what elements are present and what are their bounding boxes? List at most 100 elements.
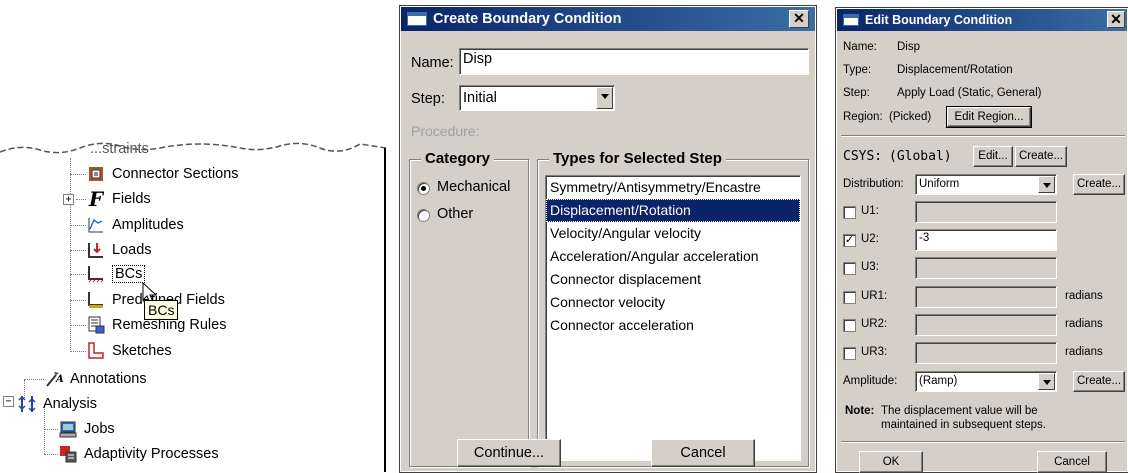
- close-button[interactable]: ✕: [789, 10, 809, 28]
- u3-checkbox[interactable]: [843, 262, 856, 275]
- type-list-item[interactable]: Connector velocity: [546, 291, 800, 314]
- step-label: Step:: [843, 87, 870, 99]
- ur2-input[interactable]: [915, 314, 1057, 336]
- annotations-icon: A: [46, 372, 64, 387]
- amplitude-select[interactable]: (Ramp): [915, 371, 1057, 392]
- create-dialog-titlebar[interactable]: Create Boundary Condition: [401, 7, 815, 31]
- ur1-checkbox[interactable]: [843, 291, 856, 304]
- fields-icon: F: [88, 187, 104, 211]
- predefined-fields-icon: [88, 292, 103, 308]
- u2-input[interactable]: -3: [915, 229, 1057, 251]
- sketches-icon: [88, 342, 104, 359]
- types-list[interactable]: Symmetry/Antisymmetry/Encastre Displacem…: [545, 175, 801, 461]
- tree-item-bcs[interactable]: BCs: [86, 263, 146, 285]
- window-icon: [407, 12, 427, 26]
- name-label: Name:: [843, 41, 877, 53]
- category-other-label[interactable]: Other: [437, 206, 473, 222]
- divider: [841, 135, 1125, 137]
- category-mechanical-label[interactable]: Mechanical: [437, 179, 510, 195]
- edit-region-button[interactable]: Edit Region...: [946, 106, 1032, 128]
- u2-label: U2:: [861, 233, 879, 245]
- ur3-unit: radians: [1065, 346, 1103, 358]
- step-select[interactable]: Initial: [459, 85, 615, 111]
- connector-sections-icon: [89, 167, 103, 181]
- cancel-button[interactable]: Cancel: [1037, 451, 1107, 473]
- chevron-down-icon: [1038, 176, 1055, 193]
- ur1-input[interactable]: [915, 286, 1057, 308]
- ok-button[interactable]: OK: [859, 451, 923, 473]
- distribution-select[interactable]: Uniform: [915, 174, 1057, 195]
- type-list-item-selected[interactable]: Displacement/Rotation: [546, 199, 800, 222]
- tree-item-adaptivity-processes[interactable]: Adaptivity Processes: [58, 443, 219, 465]
- analysis-collapse-toggle[interactable]: −: [3, 396, 14, 407]
- close-icon: ✕: [793, 10, 805, 26]
- region-value: (Picked): [889, 111, 932, 123]
- tree-border: [384, 148, 386, 472]
- tooltip: BCs: [144, 300, 179, 320]
- type-list-item[interactable]: Connector acceleration: [546, 314, 800, 337]
- loads-icon: [88, 243, 103, 258]
- tree-item-connector-sections[interactable]: Connector Sections: [86, 163, 239, 185]
- chevron-down-icon: [1038, 373, 1055, 390]
- csys-create-button[interactable]: Create...: [1015, 146, 1067, 167]
- torn-edge: [0, 142, 386, 154]
- model-tree: ...straints Connector Sections + F Field…: [0, 0, 392, 472]
- type-list-item[interactable]: Velocity/Angular velocity: [546, 222, 800, 245]
- chevron-down-icon: [596, 87, 613, 109]
- adaptivity-processes-icon: [60, 446, 77, 463]
- u2-checkbox[interactable]: ✓: [843, 234, 856, 247]
- analysis-icon: [18, 395, 36, 413]
- u1-input[interactable]: [915, 201, 1057, 223]
- tree-item-amplitudes[interactable]: Amplitudes: [86, 214, 184, 236]
- type-list-item[interactable]: Symmetry/Antisymmetry/Encastre: [546, 176, 800, 199]
- u3-input[interactable]: [915, 257, 1057, 279]
- tree-item-annotations[interactable]: A Annotations: [44, 368, 147, 390]
- ur3-label: UR3:: [861, 346, 888, 358]
- type-value: Displacement/Rotation: [897, 64, 1013, 76]
- distribution-create-button[interactable]: Create...: [1073, 174, 1125, 195]
- svg-text:A: A: [55, 374, 64, 385]
- category-title: Category: [421, 150, 495, 167]
- ur2-unit: radians: [1065, 318, 1103, 330]
- edit-dialog-titlebar[interactable]: Edit Boundary Condition: [837, 9, 1127, 31]
- ur2-checkbox[interactable]: [843, 319, 856, 332]
- cancel-button[interactable]: Cancel: [651, 439, 755, 467]
- name-value: Disp: [897, 41, 921, 53]
- type-list-item[interactable]: Connector displacement: [546, 268, 800, 291]
- amplitude-create-button[interactable]: Create...: [1073, 371, 1125, 392]
- create-boundary-condition-dialog: Create Boundary Condition ✕ Name: Disp S…: [399, 5, 817, 473]
- remeshing-rules-icon: [88, 316, 105, 334]
- procedure-label: Procedure:: [411, 123, 480, 139]
- tree-item-constraints-partial[interactable]: ...straints: [90, 138, 149, 160]
- tree-item-jobs[interactable]: Jobs: [58, 418, 115, 440]
- ur3-checkbox[interactable]: [843, 347, 856, 360]
- ur1-unit: radians: [1065, 290, 1103, 302]
- fields-expand-toggle[interactable]: +: [63, 194, 74, 205]
- csys-label: CSYS:: [843, 149, 883, 164]
- bcs-icon: [88, 266, 104, 283]
- continue-button[interactable]: Continue...: [457, 439, 561, 467]
- region-label: Region:: [843, 111, 883, 123]
- type-list-item[interactable]: Acceleration/Angular acceleration: [546, 245, 800, 268]
- tree-item-analysis[interactable]: Analysis: [17, 393, 97, 415]
- category-mechanical-radio[interactable]: [417, 182, 430, 195]
- tree-item-loads[interactable]: Loads: [86, 239, 152, 261]
- u1-checkbox[interactable]: [843, 206, 856, 219]
- name-label: Name:: [411, 55, 454, 71]
- name-input[interactable]: Disp: [459, 48, 809, 75]
- ur2-label: UR2:: [861, 318, 888, 330]
- note-text-line1: The displacement value will be: [881, 405, 1038, 417]
- jobs-icon: [59, 421, 77, 438]
- category-other-radio[interactable]: [417, 209, 430, 222]
- csys-value: (Global): [889, 149, 952, 164]
- close-button[interactable]: ✕: [1107, 11, 1125, 28]
- amplitude-label: Amplitude:: [843, 375, 898, 387]
- csys-edit-button[interactable]: Edit...: [973, 146, 1013, 167]
- step-value: Apply Load (Static, General): [897, 87, 1042, 99]
- window-icon: [843, 14, 859, 26]
- tree-item-sketches[interactable]: Sketches: [86, 340, 172, 362]
- types-title: Types for Selected Step: [549, 150, 726, 167]
- tree-item-fields[interactable]: F Fields: [86, 188, 151, 210]
- note-label: Note:: [845, 405, 875, 417]
- ur3-input[interactable]: [915, 342, 1057, 364]
